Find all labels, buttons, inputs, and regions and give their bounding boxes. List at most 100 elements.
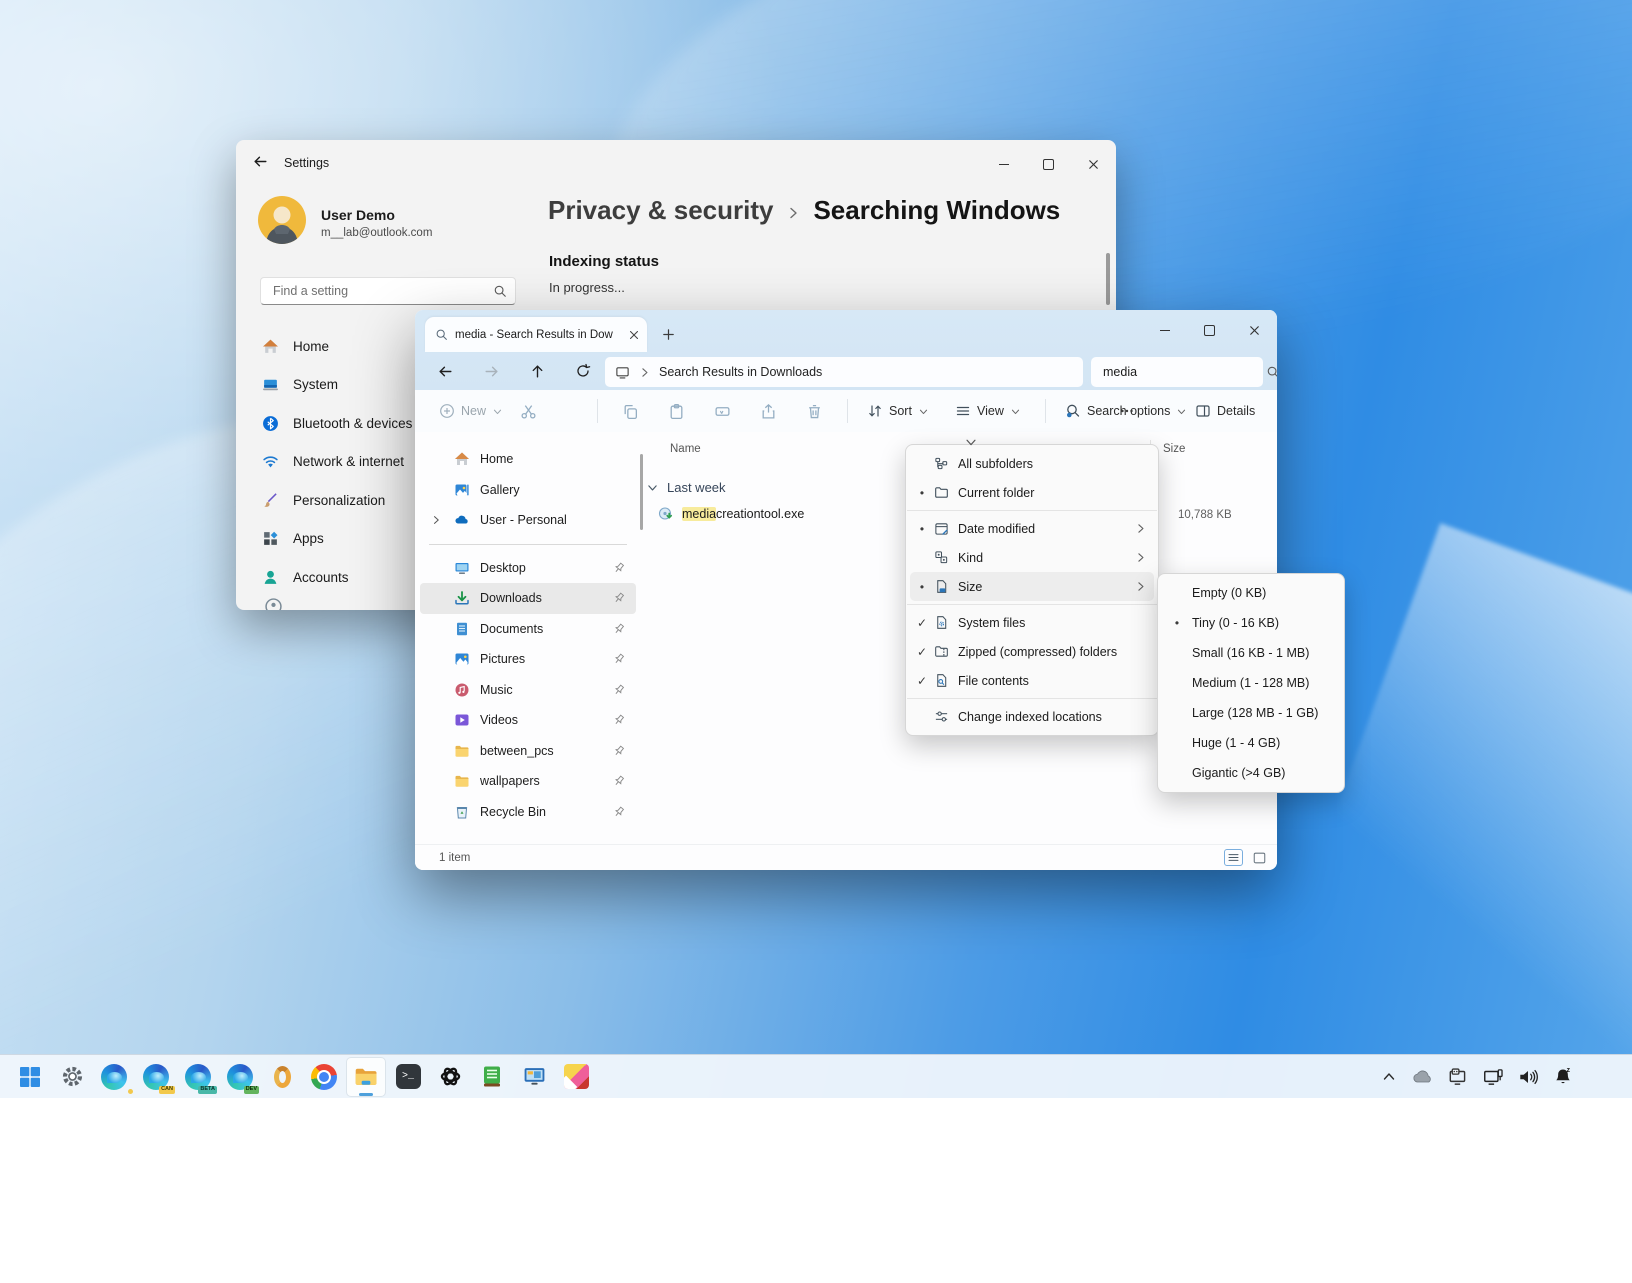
explorer-search-input[interactable] <box>1101 364 1266 380</box>
pin-icon[interactable] <box>612 652 626 666</box>
nav-item-pictures[interactable]: Pictures <box>420 644 636 675</box>
maximize-button[interactable] <box>1026 146 1071 182</box>
menu-item-empty[interactable]: Empty (0 KB) <box>1162 578 1340 608</box>
menu-item-all-subfolders[interactable]: All subfolders <box>910 449 1154 478</box>
taskbar-edge-button[interactable] <box>94 1057 134 1097</box>
maximize-button[interactable] <box>1187 310 1232 350</box>
back-arrow-button[interactable] <box>252 153 269 170</box>
pin-icon[interactable] <box>612 683 626 697</box>
forward-button[interactable] <box>475 357 507 385</box>
cut-button[interactable] <box>510 394 546 428</box>
taskbar-chrome-button[interactable] <box>304 1057 344 1097</box>
remote-display-icon[interactable] <box>1447 1067 1469 1087</box>
menu-item-huge[interactable]: Huge (1 - 4 GB) <box>1162 728 1340 758</box>
address-bar[interactable]: Search Results in Downloads <box>605 357 1083 387</box>
details-button[interactable]: Details <box>1195 390 1255 432</box>
minimize-button[interactable] <box>1142 310 1187 350</box>
pin-icon[interactable] <box>612 805 626 819</box>
menu-item-small[interactable]: Small (16 KB - 1 MB) <box>1162 638 1340 668</box>
menu-item-size[interactable]: • Size <box>910 572 1154 601</box>
nav-item-desktop[interactable]: Desktop <box>420 553 636 584</box>
more-options-button[interactable] <box>1109 394 1145 428</box>
settings-scrollbar[interactable] <box>1106 253 1110 305</box>
close-button[interactable] <box>1071 146 1116 182</box>
menu-item-current-folder[interactable]: • Current folder <box>910 478 1154 507</box>
menu-item-change-indexed-locations[interactable]: Change indexed locations <box>910 702 1154 731</box>
refresh-button[interactable] <box>567 357 599 385</box>
start-button[interactable] <box>10 1057 50 1097</box>
explorer-tab[interactable]: media - Search Results in Dow <box>425 317 647 352</box>
chevron-down-icon[interactable] <box>646 481 659 494</box>
close-button[interactable] <box>1232 310 1277 350</box>
new-tab-button[interactable] <box>661 327 676 342</box>
paste-button[interactable] <box>658 394 694 428</box>
taskbar-opera-button[interactable] <box>262 1057 302 1097</box>
onedrive-cloud-icon[interactable] <box>1410 1068 1434 1086</box>
nav-item-music[interactable]: Music <box>420 675 636 706</box>
pin-icon[interactable] <box>612 561 626 575</box>
up-button[interactable] <box>521 357 553 385</box>
explorer-search-box[interactable] <box>1091 357 1263 387</box>
nav-item-home[interactable]: Home <box>420 444 636 475</box>
back-button[interactable] <box>429 357 461 385</box>
menu-item-system-files[interactable]: ✓ System files <box>910 608 1154 637</box>
rename-button[interactable] <box>704 394 740 428</box>
tab-close-icon[interactable] <box>627 328 641 342</box>
minimize-button[interactable] <box>981 146 1026 182</box>
menu-item-tiny[interactable]: • Tiny (0 - 16 KB) <box>1162 608 1340 638</box>
view-button[interactable]: View <box>955 390 1021 432</box>
taskbar-system-tool-button[interactable] <box>514 1057 554 1097</box>
menu-item-zipped-folders[interactable]: ✓ Zipped (compressed) folders <box>910 637 1154 666</box>
taskbar-settings-button[interactable] <box>52 1057 92 1097</box>
copy-button[interactable] <box>612 394 648 428</box>
taskbar-file-explorer-button[interactable] <box>346 1057 386 1097</box>
menu-item-gigantic[interactable]: Gigantic (>4 GB) <box>1162 758 1340 788</box>
pin-icon[interactable] <box>612 713 626 727</box>
nav-item-wallpapers[interactable]: wallpapers <box>420 766 636 797</box>
taskbar-edge-canary-button[interactable]: CAN <box>136 1057 176 1097</box>
taskbar-edge-beta-button[interactable]: BETA <box>178 1057 218 1097</box>
taskbar-terminal-button[interactable]: >_ <box>388 1057 428 1097</box>
nav-item-downloads[interactable]: Downloads <box>420 583 636 614</box>
search-icon[interactable] <box>1266 365 1277 379</box>
taskbar-paint-app-button[interactable] <box>556 1057 596 1097</box>
settings-search-input[interactable] <box>271 283 493 299</box>
nav-item-onedrive-personal[interactable]: User - Personal <box>420 505 636 536</box>
menu-item-date-modified[interactable]: • Date modified <box>910 514 1154 543</box>
pin-icon[interactable] <box>612 622 626 636</box>
share-button[interactable] <box>750 394 786 428</box>
pin-icon[interactable] <box>612 591 626 605</box>
avatar[interactable] <box>258 196 306 244</box>
settings-search-box[interactable] <box>260 277 516 305</box>
menu-item-medium[interactable]: Medium (1 - 128 MB) <box>1162 668 1340 698</box>
pin-icon[interactable] <box>612 774 626 788</box>
notification-bell-icon[interactable]: z <box>1552 1066 1574 1088</box>
ethernet-icon[interactable] <box>1482 1067 1504 1087</box>
column-header-size[interactable]: Size <box>1163 443 1185 455</box>
thumbnail-view-toggle[interactable] <box>1252 851 1267 865</box>
pin-icon[interactable] <box>612 744 626 758</box>
menu-item-large[interactable]: Large (128 MB - 1 GB) <box>1162 698 1340 728</box>
breadcrumb-parent[interactable]: Privacy & security <box>548 195 773 226</box>
sort-button[interactable]: Sort <box>867 390 929 432</box>
nav-item-gallery[interactable]: Gallery <box>420 475 636 506</box>
nav-scrollbar[interactable] <box>640 454 643 530</box>
chevron-right-icon[interactable] <box>638 366 651 379</box>
tray-chevron-icon[interactable] <box>1381 1069 1397 1085</box>
nav-item-between-pcs[interactable]: between_pcs <box>420 736 636 767</box>
expander-chevron-icon[interactable] <box>430 514 442 526</box>
delete-button[interactable] <box>796 394 832 428</box>
new-button[interactable]: New <box>439 390 503 432</box>
group-header-last-week[interactable]: Last week <box>646 480 726 495</box>
volume-icon[interactable] <box>1517 1067 1539 1087</box>
details-view-toggle[interactable] <box>1224 849 1243 866</box>
column-header-name[interactable]: Name <box>670 443 701 455</box>
nav-item-videos[interactable]: Videos <box>420 705 636 736</box>
taskbar-chatgpt-button[interactable] <box>430 1057 470 1097</box>
taskbar-notes-button[interactable] <box>472 1057 512 1097</box>
taskbar-edge-dev-button[interactable]: DEV <box>220 1057 260 1097</box>
nav-item-documents[interactable]: Documents <box>420 614 636 645</box>
file-row-mediacreationtool[interactable]: mediacreationtool.exe <box>658 506 804 522</box>
menu-item-file-contents[interactable]: ✓ File contents <box>910 666 1154 695</box>
nav-item-recycle-bin[interactable]: Recycle Bin <box>420 797 636 828</box>
